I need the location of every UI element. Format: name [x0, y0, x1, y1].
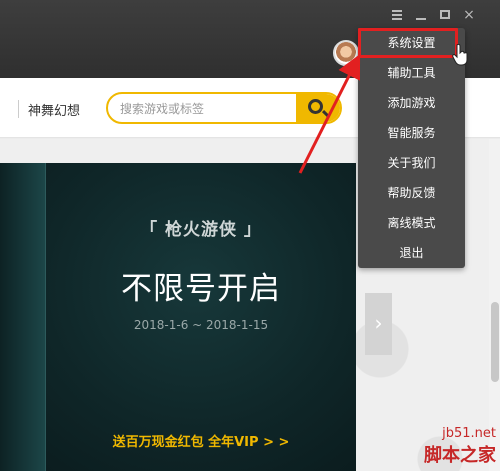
- annotation-arrow: [298, 53, 361, 174]
- watermark: jb51.net 脚本之家: [424, 426, 496, 467]
- watermark-name: 脚本之家: [424, 445, 496, 466]
- hand-cursor-icon: [452, 44, 468, 66]
- watermark-site: jb51.net: [442, 426, 496, 441]
